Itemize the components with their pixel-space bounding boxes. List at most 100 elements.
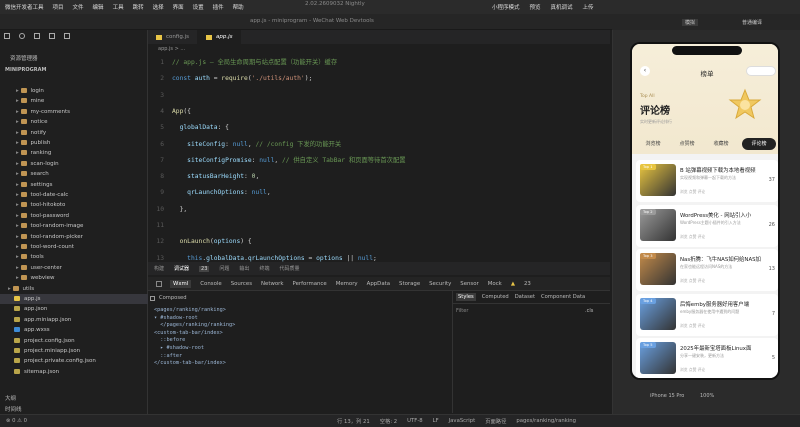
compile-select[interactable]: 普通编译 [742,19,762,26]
code-line[interactable]: 12 onLaunch(options) { [148,234,610,250]
code-line[interactable]: 1 // app.js — 全局生命周期与站点配置（功能开关）缓存 [148,55,610,71]
menu-item-select[interactable]: 选择 [153,3,164,11]
style-tab-computed[interactable]: Computed [482,294,509,300]
tab-app-js[interactable]: app.js [197,30,242,44]
tab-config-js[interactable]: config.js [148,30,198,44]
code-line[interactable]: 11 [148,218,610,234]
menu-item-help[interactable]: 帮助 [233,3,244,11]
tree-item[interactable]: ▸ scan-login [0,159,148,169]
ranking-card[interactable]: Top 4 后悔emby服务器好用客户端 emby服务器在使用中遇到的问题 浏览 点赞… [636,293,778,336]
mode-select[interactable]: 小程序模式 [492,3,520,11]
tree-item[interactable]: ▸ tool-date-calc [0,190,148,200]
code-line[interactable]: 3 [148,88,610,104]
menu-item-project[interactable]: 项目 [53,3,64,11]
wxml-node[interactable]: </custom-tab-bar/index> [154,360,226,366]
devtab-console[interactable]: Console [200,281,221,287]
tree-item[interactable]: ▸ tool-random-image [0,221,148,231]
menu-item-plugins[interactable]: 插件 [213,3,224,11]
menu-item-view[interactable]: 界面 [173,3,184,11]
code-line[interactable]: 6 siteConfig: null, // /config 下发的功能开关 [148,137,610,153]
tree-item[interactable]: ▸ login [0,86,148,96]
style-tab-styles[interactable]: Styles [456,293,476,301]
extensions-icon[interactable] [64,33,70,39]
tree-item[interactable]: ▸ notice [0,117,148,127]
devtab-appdata[interactable]: AppData [367,281,390,287]
tree-item[interactable]: ▸ user-center [0,263,148,273]
panel-tab-debugger[interactable]: 调试器 [174,265,189,272]
tree-item[interactable]: app.js [0,294,148,305]
ranking-card[interactable]: Top 2 WordPress美化 - 网站引入小 WordPress主题小插件的引… [636,204,778,247]
menu-item-edit[interactable]: 编辑 [93,3,104,11]
cls-toggle[interactable]: .cls [585,308,593,314]
status-indent[interactable]: 空格: 2 [380,417,397,425]
status-language[interactable]: JavaScript [449,418,476,424]
tree-item[interactable]: ▸ notify [0,128,148,138]
devtab-storage[interactable]: Storage [399,281,420,287]
tree-item[interactable]: ▸ publish [0,138,148,148]
styles-filter-input[interactable]: Filter [456,308,468,314]
style-tab-component-data[interactable]: Component Data [541,294,585,300]
devtab-performance[interactable]: Performance [293,281,327,287]
code-line[interactable]: 8 statusBarHeight: 0, [148,169,610,185]
panel-tab-output[interactable]: 输出 [239,265,249,272]
devtab-wxml[interactable]: Wxml [170,279,192,288]
explorer-root[interactable]: MINIPROGRAM [5,67,46,73]
tree-item[interactable]: ▸ search [0,169,148,179]
tree-item[interactable]: ▸ webview [0,273,148,283]
code-line[interactable]: 9 qrLaunchOptions: null, [148,185,610,201]
menu-item-tools[interactable]: 工具 [113,3,124,11]
tree-item[interactable]: app.json [0,304,148,314]
ranking-card[interactable]: Top 5 2025年最新宝塔面板Linux面 分享一键安装，更新方法 浏览 点赞 评… [636,338,778,378]
capsule-menu[interactable] [746,66,776,76]
panel-tab-terminal[interactable]: 终端 [259,265,269,272]
outline-section[interactable]: 大纲 [5,394,16,402]
devtab-memory[interactable]: Memory [336,281,358,287]
tree-item[interactable]: ▸ tool-password [0,211,148,221]
tree-item[interactable]: project.private.config.json [0,356,148,366]
status-encoding[interactable]: UTF-8 [407,418,422,424]
ranking-card[interactable]: Top 3 Nas折腾：飞牛NAS如何给NAS加 在家也能远程访问NAS的方法 浏览 … [636,249,778,291]
menu-item-app[interactable]: 微信开发者工具 [5,3,44,11]
wxml-node[interactable]: <custom-tab-bar/index> [154,330,223,336]
tree-item[interactable]: ▸ mine [0,96,148,106]
status-page-path[interactable]: pages/ranking/ranking [516,418,576,424]
devtab-sensor[interactable]: Sensor [460,281,478,287]
tree-item[interactable]: ▸ my-comments [0,107,148,117]
breadcrumb[interactable]: app.js > ... [148,44,610,54]
device-select[interactable]: iPhone 15 Pro [650,393,684,399]
panel-tab-problems[interactable]: 问题 [219,265,229,272]
status-cursor[interactable]: 行 13，列 21 [337,417,370,425]
tree-item[interactable]: app.wxss [0,325,148,335]
wxml-node[interactable]: ▸ #shadow-root [154,345,204,351]
preview-button[interactable]: 预览 [530,3,541,11]
tree-item[interactable]: ▸ settings [0,180,148,190]
menu-item-goto[interactable]: 跳转 [133,3,144,11]
timeline-section[interactable]: 时间线 [5,405,22,413]
source-control-icon[interactable] [34,33,40,39]
status-problems[interactable]: ⊗ 0 ⚠ 0 [6,418,27,424]
files-icon[interactable] [4,33,10,39]
tree-item[interactable]: ▸ tool-random-picker [0,232,148,242]
rank-tab-likes[interactable]: 点赞榜 [672,138,702,150]
tree-item[interactable]: ▸ ranking [0,148,148,158]
wxml-node[interactable]: ::after [154,353,182,359]
rank-tab-favorites[interactable]: 收藏榜 [706,138,736,150]
inspect-icon[interactable] [156,280,162,287]
tree-item[interactable]: ▸ tools [0,252,148,262]
devtab-security[interactable]: Security [429,281,451,287]
menu-item-file[interactable]: 文件 [73,3,84,11]
tree-item[interactable]: app.miniapp.json [0,315,148,325]
tree-item[interactable]: ▸ tool-word-count [0,242,148,252]
wxml-node[interactable]: </pages/ranking/ranking> [154,322,235,328]
panel-tab-build[interactable]: 构建 [154,265,164,272]
code-line[interactable]: 2 const auth = require('./utils/auth'); [148,71,610,87]
wxml-node[interactable]: ::before [154,337,185,343]
rank-tab-comments[interactable]: 评论榜 [742,138,776,150]
code-line[interactable]: 10 }, [148,202,610,218]
code-line[interactable]: 7 siteConfigPromise: null, // 供自定义 TabBa… [148,153,610,169]
search-icon[interactable] [19,33,25,39]
status-eol[interactable]: LF [433,418,439,424]
menu-item-settings[interactable]: 设置 [193,3,204,11]
tree-item[interactable]: project.miniapp.json [0,346,148,356]
rank-tab-views[interactable]: 浏览榜 [638,138,668,150]
